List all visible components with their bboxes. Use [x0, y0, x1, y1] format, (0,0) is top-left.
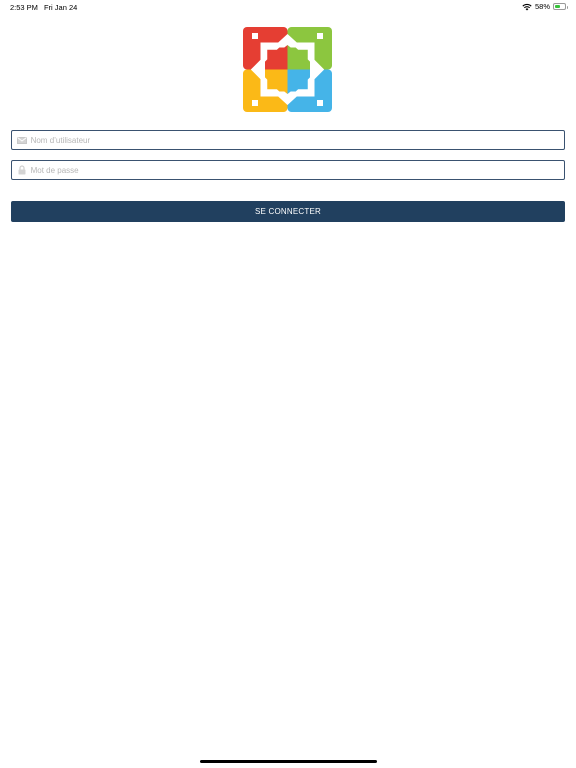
envelope-icon	[15, 136, 29, 144]
login-screen: 2:53 PM Fri Jan 24 58% Nom d’utilisateur…	[0, 0, 576, 768]
status-bar: 2:53 PM Fri Jan 24 58%	[0, 0, 576, 14]
wifi-icon	[522, 3, 532, 10]
password-input[interactable]	[28, 165, 564, 175]
home-indicator[interactable]	[200, 760, 377, 763]
lock-icon	[15, 165, 29, 175]
battery-level	[555, 5, 561, 8]
status-time: 2:53 PM	[10, 3, 38, 12]
battery-percent: 58%	[534, 2, 550, 11]
password-field[interactable]	[11, 160, 565, 180]
status-date: Fri Jan 24	[43, 3, 78, 12]
app-logo	[243, 27, 332, 112]
username-field[interactable]	[11, 130, 565, 150]
username-input[interactable]	[28, 135, 564, 145]
login-button-label: SE CONNECTER	[255, 207, 321, 216]
battery-icon	[553, 3, 568, 10]
login-button[interactable]: SE CONNECTER	[11, 201, 565, 222]
